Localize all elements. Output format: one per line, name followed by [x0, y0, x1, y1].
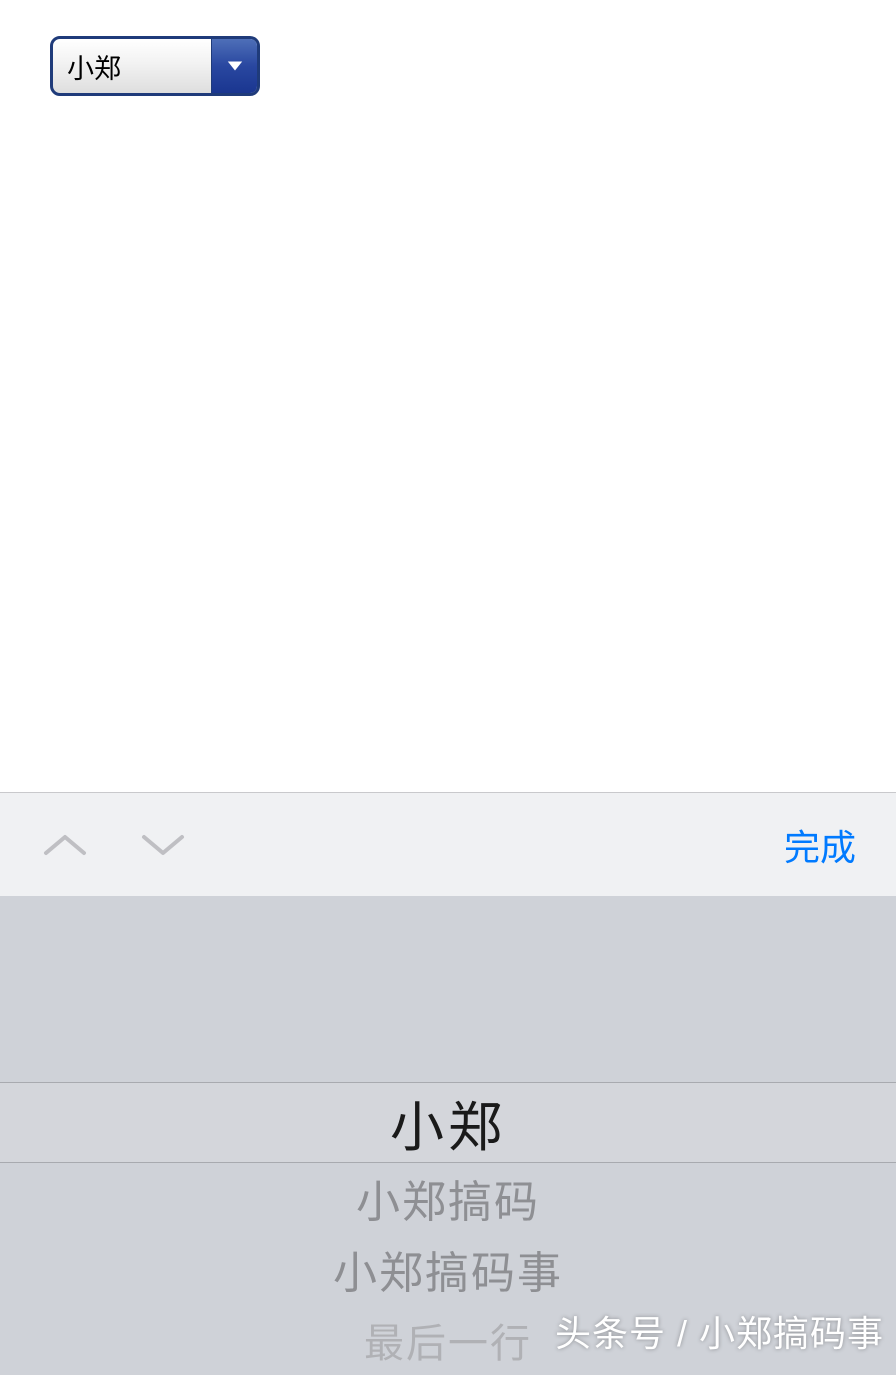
chevron-down-icon: [140, 831, 186, 859]
picker-option-selected[interactable]: 小郑: [0, 1082, 896, 1163]
done-button[interactable]: 完成: [784, 819, 856, 871]
input-accessory-toolbar: 完成: [0, 792, 896, 896]
picker-wheel[interactable]: 小郑 小郑搞码 小郑搞码事 最后一行: [0, 896, 896, 1375]
next-field-button[interactable]: [138, 820, 188, 870]
picker-option[interactable]: 小郑搞码: [0, 1163, 896, 1234]
picker-option[interactable]: 小郑搞码事: [0, 1234, 896, 1305]
chevron-down-icon: [211, 39, 257, 93]
prev-field-button[interactable]: [40, 820, 90, 870]
chevron-up-icon: [42, 831, 88, 859]
picker-spacer: [0, 896, 896, 1082]
watermark-text: 头条号 / 小郑搞码事: [555, 1305, 884, 1357]
select-value: 小郑: [53, 39, 211, 93]
toolbar-nav: [40, 820, 188, 870]
picker-rows: 小郑 小郑搞码 小郑搞码事 最后一行: [0, 896, 896, 1375]
select-dropdown[interactable]: 小郑: [50, 36, 260, 96]
content-area: 小郑: [0, 0, 896, 96]
